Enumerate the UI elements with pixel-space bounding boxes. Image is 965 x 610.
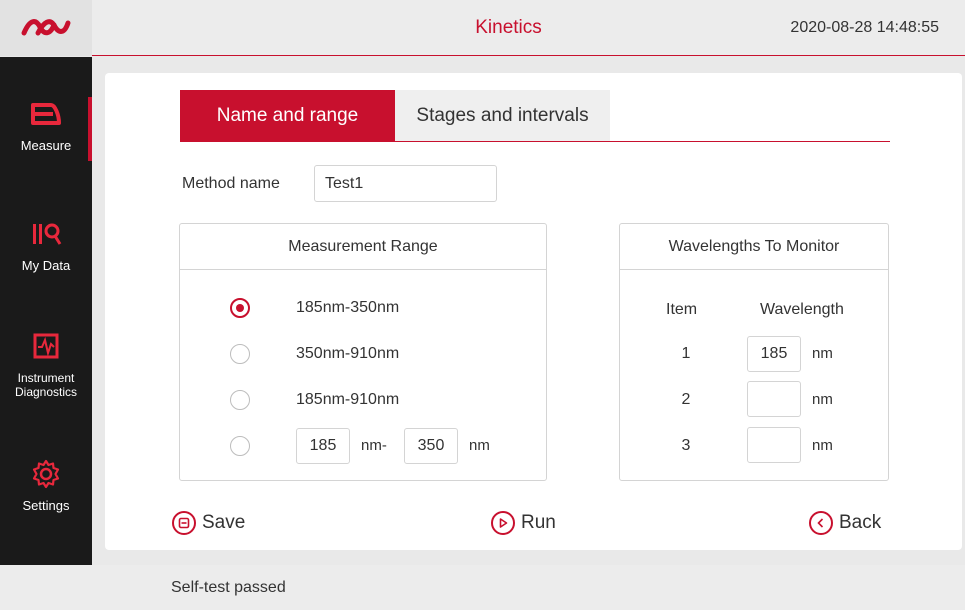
wavelength-input-1[interactable]: 185: [747, 336, 801, 372]
range-option-custom: 185 nm- 350 nm: [180, 428, 546, 464]
back-button[interactable]: Back: [809, 510, 881, 536]
method-name-label: Method name: [182, 175, 280, 192]
main-card: Name and range Stages and intervals Meth…: [105, 73, 962, 550]
range-option: 350nm-910nm: [180, 336, 546, 372]
wavelength-input-3[interactable]: [747, 427, 801, 463]
custom-range-to-input[interactable]: 350: [404, 428, 458, 464]
status-message: Self-test passed: [171, 579, 286, 596]
sidebar-item-settings[interactable]: Settings: [0, 457, 92, 513]
sidebar-item-label: Settings: [22, 498, 70, 513]
run-label: Run: [521, 512, 556, 533]
range-radio-185-910[interactable]: [230, 390, 250, 410]
top-bar: Kinetics 2020-08-28 14:48:55: [0, 0, 965, 56]
sidebar-item-measure[interactable]: Measure: [0, 97, 92, 161]
wavelength-item-number: 3: [681, 437, 691, 454]
wavelength-column-header: Wavelength: [760, 301, 844, 318]
my-data-icon: [29, 217, 63, 251]
measurement-range-title: Measurement Range: [180, 224, 546, 270]
range-radio-350-910[interactable]: [230, 344, 250, 364]
datetime-display: 2020-08-28 14:48:55: [790, 19, 939, 36]
back-label: Back: [839, 512, 882, 533]
run-button[interactable]: Run: [491, 510, 556, 536]
custom-range-end-unit: nm: [469, 437, 490, 454]
wavelength-item-number: 2: [681, 391, 691, 408]
sidebar-item-label: Instrument Diagnostics: [14, 371, 78, 399]
sidebar: Measure My Data Instrument Diagnostics S…: [0, 57, 92, 565]
wavelengths-panel: Wavelengths To Monitor Item Wavelength 1…: [619, 223, 889, 481]
save-icon: [172, 511, 196, 535]
play-icon: [491, 511, 515, 535]
wavelengths-title: Wavelengths To Monitor: [620, 224, 888, 270]
tab-name-and-range[interactable]: Name and range: [180, 90, 395, 141]
range-option-label: 185nm-910nm: [296, 391, 400, 408]
brand-logo: [0, 0, 92, 56]
chevron-left-icon: [809, 511, 833, 535]
custom-range-from-input[interactable]: 185: [296, 428, 350, 464]
tab-stages-and-intervals[interactable]: Stages and intervals: [395, 90, 610, 141]
diagnostics-icon: [29, 329, 63, 363]
measurement-range-panel: Measurement Range 185nm-350nm 350nm-910n…: [179, 223, 547, 481]
status-bar: Self-test passed: [0, 565, 965, 610]
custom-range-mid-unit: nm-: [361, 437, 387, 454]
tab-bar: Name and range Stages and intervals: [180, 90, 890, 142]
gear-icon: [29, 457, 63, 491]
item-column-header: Item: [666, 301, 698, 318]
save-label: Save: [202, 512, 246, 533]
wavelength-unit: nm: [812, 437, 833, 454]
measure-icon: [29, 97, 63, 131]
range-radio-185-350[interactable]: [230, 298, 250, 318]
range-option: 185nm-350nm: [180, 290, 546, 326]
range-option-label: 185nm-350nm: [296, 299, 400, 316]
logo-icon: [21, 19, 71, 36]
sidebar-item-label: My Data: [21, 258, 71, 273]
range-option-label: 350nm-910nm: [296, 345, 400, 362]
range-radio-custom[interactable]: [230, 436, 250, 456]
save-button[interactable]: Save: [172, 510, 245, 536]
range-option: 185nm-910nm: [180, 382, 546, 418]
wavelength-unit: nm: [812, 391, 833, 408]
wavelength-item-number: 1: [681, 345, 691, 362]
wavelength-unit: nm: [812, 345, 833, 362]
sidebar-item-diagnostics[interactable]: Instrument Diagnostics: [0, 329, 92, 399]
sidebar-item-my-data[interactable]: My Data: [0, 217, 92, 273]
method-name-input[interactable]: Test1: [314, 165, 497, 202]
wavelength-input-2[interactable]: [747, 381, 801, 417]
sidebar-item-label: Measure: [20, 138, 72, 153]
